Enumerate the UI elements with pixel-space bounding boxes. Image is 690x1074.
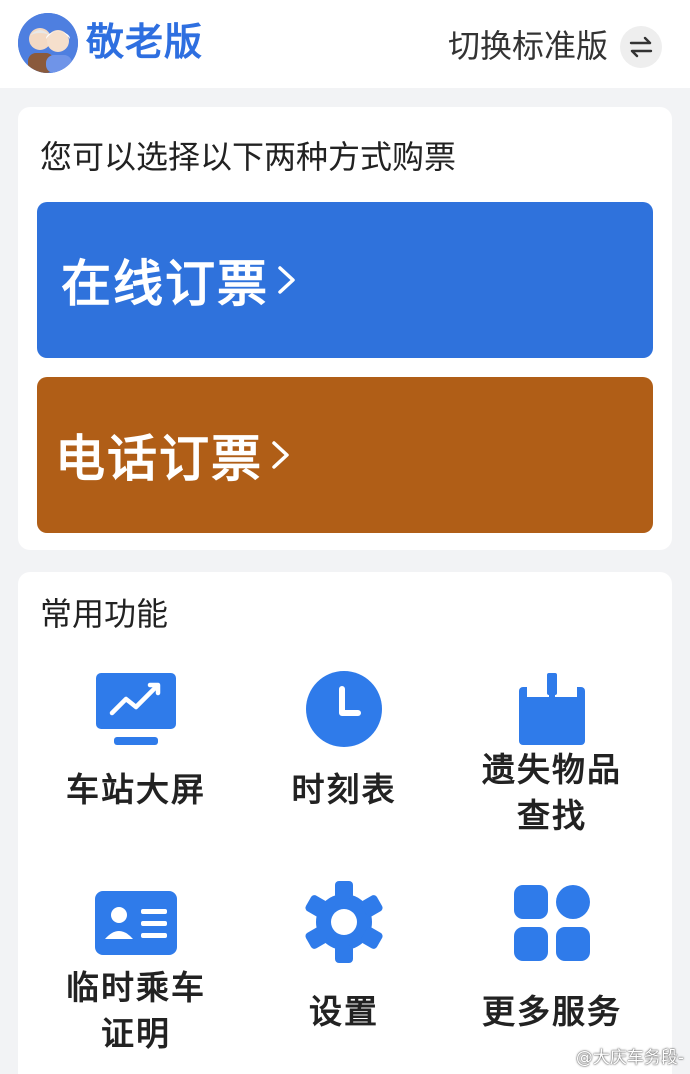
lost-items-item[interactable]: 遗失物品 查找 bbox=[452, 667, 652, 857]
id-card-icon bbox=[95, 891, 177, 955]
monitor-chart-icon bbox=[96, 673, 176, 745]
phone-booking-button[interactable]: 电话订票 bbox=[37, 377, 653, 533]
clock-icon bbox=[306, 671, 382, 747]
brand-title: 敬老版 bbox=[86, 20, 204, 64]
online-booking-label: 在线订票 bbox=[61, 255, 269, 313]
online-booking-button[interactable]: 在线订票 bbox=[37, 202, 653, 358]
gear-icon bbox=[305, 881, 383, 963]
lost-items-label-line2: 查找 bbox=[517, 796, 587, 835]
station-screen-item[interactable]: 车站大屏 bbox=[36, 667, 236, 857]
settings-item[interactable]: 设置 bbox=[244, 877, 444, 1074]
common-functions-card: 常用功能 车站大屏 时刻表 遗失物品 查找 临时乘车 证明 设置 更多服务 bbox=[18, 572, 672, 1074]
station-screen-label: 车站大屏 bbox=[66, 770, 206, 809]
top-bar: 敬老版 切换标准版 bbox=[0, 0, 690, 88]
phone-booking-label: 电话订票 bbox=[55, 430, 263, 488]
functions-title: 常用功能 bbox=[40, 595, 169, 633]
watermark-text: @大庆车务段- bbox=[575, 1048, 684, 1068]
purchase-title: 您可以选择以下两种方式购票 bbox=[40, 138, 457, 176]
settings-label: 设置 bbox=[309, 992, 379, 1031]
timetable-label: 时刻表 bbox=[291, 770, 397, 809]
switch-standard-link[interactable]: 切换标准版 bbox=[448, 22, 608, 70]
chevron-right-icon bbox=[272, 441, 289, 469]
temp-ride-label-line2: 证明 bbox=[101, 1014, 171, 1053]
swap-arrows-icon bbox=[629, 36, 653, 58]
lost-items-label-line1: 遗失物品 bbox=[482, 750, 622, 789]
elderly-couple-logo-icon bbox=[18, 13, 78, 73]
grid-apps-icon bbox=[514, 885, 590, 961]
temp-ride-label-line1: 临时乘车 bbox=[66, 968, 206, 1007]
temp-ride-certificate-item[interactable]: 临时乘车 证明 bbox=[36, 877, 236, 1074]
chevron-right-icon bbox=[278, 266, 295, 294]
more-services-label: 更多服务 bbox=[482, 992, 622, 1031]
lost-box-icon bbox=[519, 673, 585, 745]
purchase-card: 您可以选择以下两种方式购票 在线订票 电话订票 bbox=[18, 107, 672, 550]
switch-version-button[interactable] bbox=[620, 26, 662, 68]
timetable-item[interactable]: 时刻表 bbox=[244, 667, 444, 857]
